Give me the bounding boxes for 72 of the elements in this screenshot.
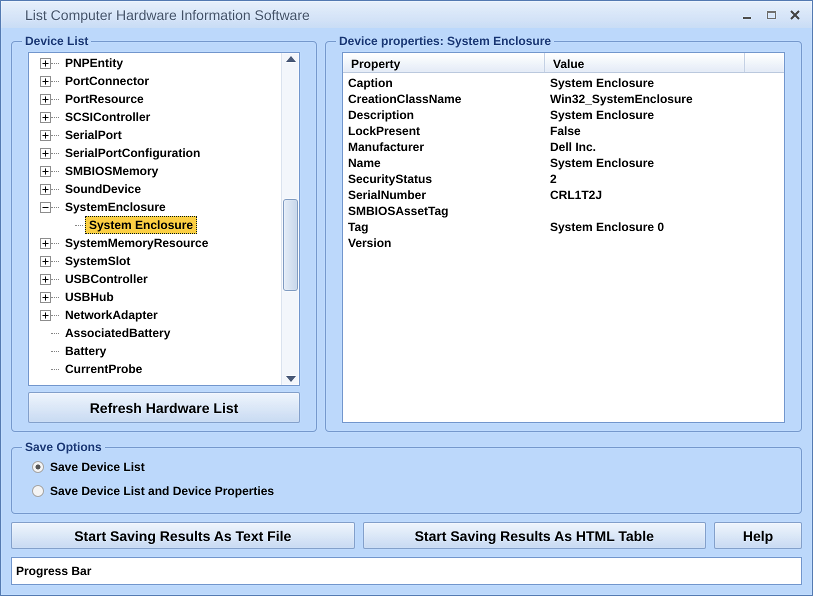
tree-item[interactable]: SerialPort: [61, 126, 126, 144]
radio-button[interactable]: [32, 485, 44, 497]
expand-icon[interactable]: [40, 112, 51, 122]
up-arrow-icon[interactable]: [286, 56, 296, 62]
action-button[interactable]: Help: [714, 522, 802, 549]
table-cell-text: Win32_SystemEnclosure: [549, 92, 694, 106]
action-button[interactable]: Start Saving Results As HTML Table: [362, 522, 706, 549]
expand-icon[interactable]: [40, 58, 51, 68]
expand-icon[interactable]: [40, 184, 51, 194]
group-title: Device List: [24, 34, 90, 48]
table-cell-text: CreationClassName: [347, 92, 462, 106]
table-cell-text: Dell Inc.: [549, 140, 598, 154]
tree-item[interactable]: USBHub: [61, 288, 118, 306]
tree-item[interactable]: SystemEnclosure: [61, 198, 170, 216]
table-cell-text: System Enclosure: [549, 156, 656, 170]
table-cell-text: Manufacturer: [347, 140, 426, 154]
tree-item[interactable]: NetworkAdapter: [61, 306, 162, 324]
expand-icon[interactable]: [40, 310, 51, 320]
table-cell-text: System Enclosure: [549, 76, 656, 90]
tree-item[interactable]: System Enclosure: [85, 216, 198, 234]
scroll-thumb[interactable]: [283, 199, 298, 291]
table-cell-text: SMBIOSAssetTag: [347, 204, 450, 218]
scrollbar[interactable]: [281, 53, 299, 385]
expand-icon[interactable]: [40, 130, 51, 140]
status-label: Progress Bar: [16, 564, 92, 578]
expand-icon[interactable]: [40, 274, 51, 284]
group-title: Save Options: [24, 440, 103, 454]
group-title: Device properties: System Enclosure: [338, 34, 552, 48]
table-cell-text: 2: [549, 172, 558, 186]
tree-item[interactable]: SCSIController: [61, 108, 154, 126]
tree-item[interactable]: AssociatedBattery: [61, 324, 174, 342]
column-header[interactable]: Value: [545, 53, 745, 72]
tree-item[interactable]: PortResource: [61, 90, 148, 108]
refresh-button[interactable]: Refresh Hardware List: [28, 392, 300, 423]
table-cell-text: System Enclosure: [549, 108, 656, 122]
radio-option[interactable]: Save Device List: [32, 458, 785, 476]
table-cell-text: System Enclosure 0: [549, 220, 666, 234]
expand-icon[interactable]: [40, 94, 51, 104]
down-arrow-icon[interactable]: [286, 376, 296, 382]
expand-icon[interactable]: [40, 166, 51, 176]
table-cell-text: Name: [347, 156, 382, 170]
tree-item[interactable]: Battery: [61, 342, 110, 360]
table-cell-text: CRL1T2J: [549, 188, 604, 202]
expand-icon[interactable]: [40, 148, 51, 158]
table-cell-text: False: [549, 124, 582, 138]
tree-item[interactable]: SystemMemoryResource: [61, 234, 212, 252]
tree-item[interactable]: SerialPortConfiguration: [61, 144, 204, 162]
table-cell-text: LockPresent: [347, 124, 422, 138]
table-cell-text: SecurityStatus: [347, 172, 434, 186]
device-tree[interactable]: [28, 52, 300, 386]
tree-item[interactable]: SMBIOSMemory: [61, 162, 162, 180]
tree-item[interactable]: SystemSlot: [61, 252, 134, 270]
expand-icon[interactable]: [40, 292, 51, 302]
tree-item[interactable]: SoundDevice: [61, 180, 146, 198]
radio-option[interactable]: Save Device List and Device Properties: [32, 482, 785, 500]
table-cell-text: Description: [347, 108, 416, 122]
table-cell-text: SerialNumber: [347, 188, 428, 202]
tree-item[interactable]: PortConnector: [61, 72, 153, 90]
table-cell-text: Version: [347, 236, 392, 250]
tree-item[interactable]: PNPEntity: [61, 54, 128, 72]
radio-button[interactable]: [32, 461, 44, 473]
expand-icon[interactable]: [40, 238, 51, 248]
window-title: List Computer Hardware Information Software: [25, 6, 311, 22]
tree-item[interactable]: USBController: [61, 270, 152, 288]
expand-icon[interactable]: [40, 256, 51, 266]
table-cell-text: Tag: [347, 220, 370, 234]
tree-item[interactable]: CurrentProbe: [61, 360, 146, 378]
collapse-icon[interactable]: [40, 202, 51, 212]
action-button[interactable]: Start Saving Results As Text File: [11, 522, 354, 549]
column-header[interactable]: Property: [343, 53, 545, 72]
expand-icon[interactable]: [40, 76, 51, 86]
table-cell-text: Caption: [347, 76, 394, 90]
